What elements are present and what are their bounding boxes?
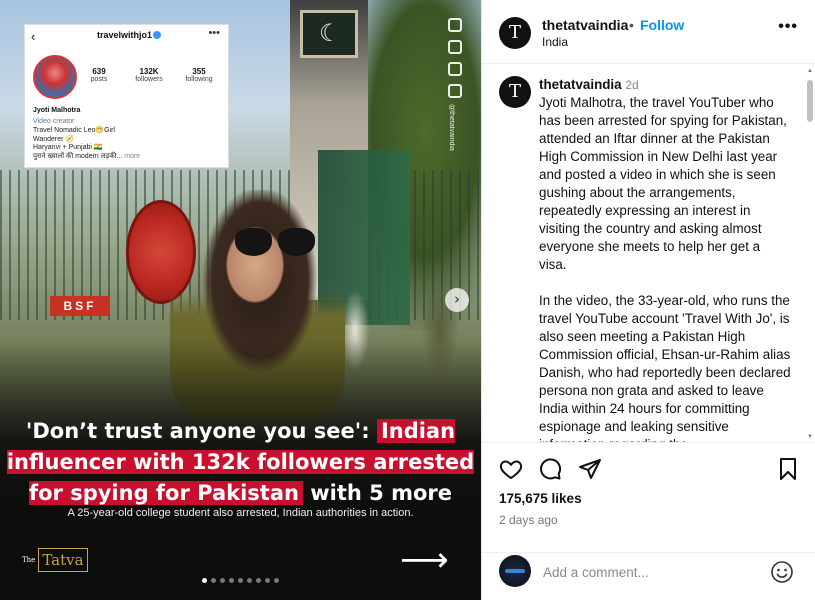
caption-username[interactable]: thetatvaindia bbox=[539, 77, 622, 92]
pager-dot bbox=[238, 578, 243, 583]
post-header: T thetatvaindia • Follow India ••• bbox=[482, 0, 815, 64]
following-count: 355 bbox=[192, 67, 206, 76]
arrow-right-icon: ⟶ bbox=[400, 540, 449, 580]
logo-the: The bbox=[22, 556, 36, 564]
scroll-thumb[interactable] bbox=[807, 80, 813, 122]
caption-text: thetatvaindia 2d Jyoti Malhotra, the tra… bbox=[539, 76, 791, 442]
profile-bio: Travel Nomadic Leo😁Girl Wanderer 🧭 Harya… bbox=[33, 127, 223, 161]
headline-part-2: with 5 more bbox=[310, 481, 453, 505]
pager-dot bbox=[202, 578, 207, 583]
x-icon bbox=[448, 40, 462, 54]
profile-avatar bbox=[33, 55, 77, 99]
sunglasses bbox=[235, 228, 315, 256]
profile-name: Jyoti Malhotra bbox=[33, 107, 81, 114]
bio-line-1: Travel Nomadic Leo😁Girl bbox=[33, 127, 115, 134]
threads-icon bbox=[448, 62, 462, 76]
instagram-icon bbox=[448, 18, 462, 32]
flag-emblem bbox=[300, 10, 358, 58]
tatva-logo: The Tatva bbox=[22, 548, 88, 572]
headline: 'Don’t trust anyone you see': Indian inf… bbox=[0, 416, 481, 509]
post-date[interactable]: 2 days ago bbox=[499, 513, 558, 527]
posts-label: posts bbox=[90, 76, 108, 83]
header-separator: • bbox=[629, 17, 634, 33]
followers-count: 132K bbox=[139, 67, 159, 76]
posts-count: 639 bbox=[92, 67, 106, 76]
emoji-icon[interactable] bbox=[770, 560, 794, 584]
following-label: following bbox=[185, 76, 213, 83]
pager-dot bbox=[247, 578, 252, 583]
profile-category: Video creator bbox=[33, 118, 75, 125]
pager-dot bbox=[211, 578, 216, 583]
pager-dot bbox=[229, 578, 234, 583]
user-avatar bbox=[499, 555, 531, 587]
verified-icon bbox=[153, 31, 161, 39]
pager-dot bbox=[274, 578, 279, 583]
subheadline: A 25-year-old college student also arres… bbox=[67, 507, 414, 519]
scroll-up-icon[interactable]: ▲ bbox=[806, 68, 814, 74]
account-name[interactable]: thetatvaindia bbox=[542, 17, 628, 33]
instagram-post-viewer: BSF ‹ travelwithjo1 ••• 639 posts 132K f… bbox=[0, 0, 815, 600]
scroll-down-icon[interactable]: ▼ bbox=[806, 434, 814, 440]
logo-name: Tatva bbox=[38, 548, 88, 572]
youtube-icon bbox=[448, 84, 462, 98]
stat-posts: 639 posts bbox=[77, 67, 121, 83]
headline-part-1: 'Don’t trust anyone you see': bbox=[25, 419, 370, 443]
bookmark-icon[interactable] bbox=[776, 457, 800, 481]
stat-followers: 132K followers bbox=[127, 67, 171, 83]
bio-more: more bbox=[124, 152, 141, 160]
caption-avatar[interactable]: T bbox=[499, 76, 531, 108]
share-icon[interactable] bbox=[578, 457, 602, 481]
followers-label: followers bbox=[135, 76, 163, 83]
caption-scrollbar[interactable]: ▲ ▼ bbox=[806, 68, 814, 440]
pager-dot bbox=[265, 578, 270, 583]
vertical-handle: @thetatvaindia bbox=[448, 104, 455, 151]
caption-time: 2d bbox=[625, 78, 639, 92]
comment-icon[interactable] bbox=[538, 457, 562, 481]
pager-dot bbox=[256, 578, 261, 583]
video-overlay-icons bbox=[446, 18, 464, 98]
stat-following: 355 following bbox=[177, 67, 221, 83]
heart-icon[interactable] bbox=[499, 457, 523, 481]
more-options-icon[interactable]: ••• bbox=[778, 18, 798, 36]
bio-line-2: Wanderer 🧭 bbox=[33, 135, 75, 143]
pager-dot bbox=[220, 578, 225, 583]
next-slide-button[interactable]: › bbox=[445, 288, 469, 312]
caption-paragraph-1: thetatvaindia 2d Jyoti Malhotra, the tra… bbox=[539, 76, 791, 274]
caption-area: T thetatvaindia 2d Jyoti Malhotra, the t… bbox=[482, 64, 815, 442]
profile-menu-icon: ••• bbox=[208, 27, 220, 39]
bio-line-4-text: पुराने ख्यालों की modern लड़की... bbox=[33, 152, 123, 160]
caption-paragraph-2: In the video, the 33-year-old, who runs … bbox=[539, 293, 791, 442]
caption-body-1: Jyoti Malhotra, the travel YouTuber who … bbox=[539, 95, 787, 272]
post-media[interactable]: BSF ‹ travelwithjo1 ••• 639 posts 132K f… bbox=[0, 0, 481, 600]
post-side-panel: T thetatvaindia • Follow India ••• T the… bbox=[481, 0, 815, 600]
likes-count[interactable]: 175,675 likes bbox=[499, 491, 582, 506]
profile-username: travelwithjo1 bbox=[97, 30, 153, 40]
account-avatar[interactable]: T bbox=[499, 17, 531, 49]
bio-line-3: Haryanvi + Punjabi 🇮🇳 bbox=[33, 144, 103, 151]
carousel-pager bbox=[0, 578, 481, 583]
post-actions: 175,675 likes 2 days ago bbox=[482, 442, 815, 552]
location-link[interactable]: India bbox=[542, 35, 568, 49]
bsf-sign: BSF bbox=[50, 296, 110, 316]
profile-card: ‹ travelwithjo1 ••• 639 posts 132K follo… bbox=[25, 25, 228, 167]
comment-bar bbox=[482, 552, 815, 600]
follow-button[interactable]: Follow bbox=[640, 17, 684, 33]
bio-line-4: पुराने ख्यालों की modern लड़की... more bbox=[33, 153, 223, 162]
comment-input[interactable] bbox=[543, 562, 743, 582]
back-icon: ‹ bbox=[31, 29, 36, 44]
